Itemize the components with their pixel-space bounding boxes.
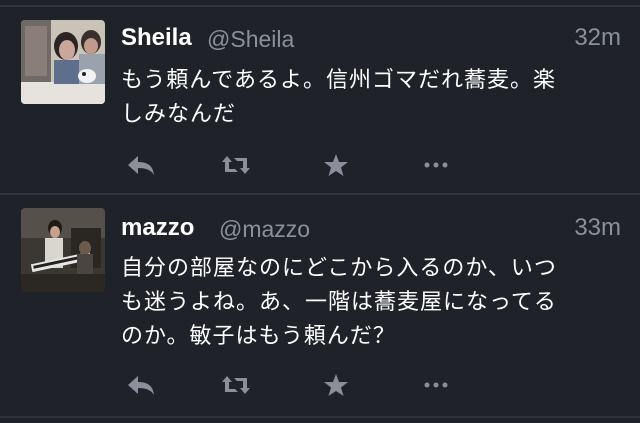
user-handle[interactable]: @Sheila (207, 26, 294, 53)
user-name[interactable]: Sheila (121, 24, 192, 52)
reply-icon (128, 376, 154, 395)
reply-button[interactable] (121, 148, 161, 182)
tweet-text-line: もう頼んであるよ。信州ゴマだれ蕎麦。楽 (121, 68, 557, 93)
reply-button[interactable] (121, 368, 161, 402)
more-button[interactable] (416, 368, 456, 402)
tweet-text: 自分の部屋なのにどこから入るのか、いつ も迷うよね。あ、一階は蕎麦屋になってる … (121, 252, 621, 354)
more-button[interactable] (416, 148, 456, 182)
tweet-divider (0, 193, 640, 195)
tweet-actions (121, 148, 521, 182)
retweet-icon (222, 376, 250, 394)
user-handle[interactable]: @mazzo (219, 216, 310, 243)
star-icon (324, 154, 348, 176)
more-icon (424, 382, 448, 388)
tweet-card[interactable]: Sheila @Sheila 32m もう頼んであるよ。信州ゴマだれ蕎麦。楽 し… (0, 10, 640, 193)
user-name[interactable]: mazzo (121, 214, 194, 242)
tweet-text-line: のか。敏子はもう頼んだ？ (121, 324, 396, 349)
tweet-card[interactable]: mazzo @mazzo 33m 自分の部屋なのにどこから入るのか、いつ も迷う… (0, 196, 640, 416)
avatar[interactable] (21, 208, 105, 292)
tweet-actions (121, 368, 521, 402)
tweet-divider (0, 416, 640, 418)
timestamp: 32m (574, 24, 621, 51)
top-divider (0, 5, 640, 7)
favorite-button[interactable] (316, 368, 356, 402)
tweet-text-line: 自分の部屋なのにどこから入るのか、いつ (121, 256, 557, 281)
favorite-button[interactable] (316, 148, 356, 182)
tweet-text-line: も迷うよね。あ、一階は蕎麦屋になってる (121, 290, 557, 315)
reply-icon (128, 156, 154, 175)
retweet-icon (222, 156, 250, 174)
tweet-text: もう頼んであるよ。信州ゴマだれ蕎麦。楽 しみなんだ (121, 64, 621, 132)
avatar[interactable] (21, 20, 105, 104)
star-icon (324, 374, 348, 396)
retweet-button[interactable] (216, 368, 256, 402)
more-icon (424, 162, 448, 168)
timestamp: 33m (574, 214, 621, 241)
retweet-button[interactable] (216, 148, 256, 182)
tweet-text-line: しみなんだ (121, 102, 237, 127)
